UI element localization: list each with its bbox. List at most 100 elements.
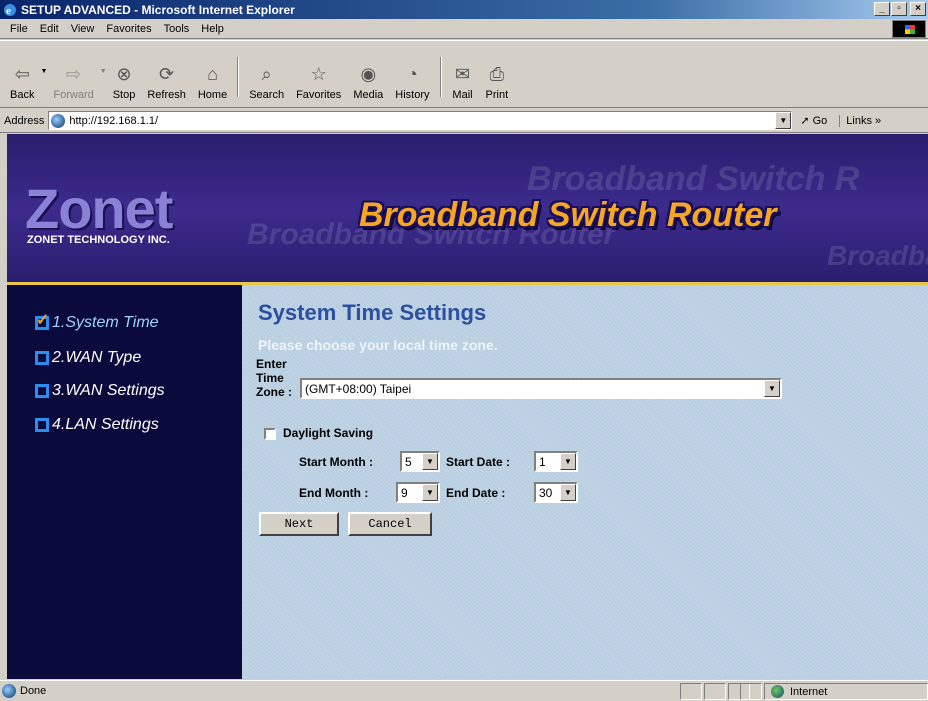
menu-favorites[interactable]: Favorites [100,23,157,35]
media-button[interactable]: ◉ Media [347,45,389,102]
chevron-down-icon: ▼ [422,453,438,470]
start-month-value: 5 [405,454,412,469]
start-month-label: Start Month : [299,455,373,469]
ie-icon: e [4,3,16,17]
page-subtitle: Please choose your local time zone. [258,337,498,353]
stop-label: Stop [112,89,136,101]
sidebar-item-wan-type[interactable]: 2.WAN Type [35,349,141,367]
browser-toolbar: ⇦ Back ▼ ⇨ Forward ▼ ⊗ Stop ⟳ Refresh ⌂ … [0,40,928,108]
menu-edit[interactable]: Edit [34,23,65,35]
go-button[interactable]: ➚ Go [800,114,828,128]
sidebar-item-wan-settings[interactable]: 3.WAN Settings [35,382,165,400]
end-date-label: End Date : [446,486,506,500]
address-label: Address [4,114,45,127]
cancel-button[interactable]: Cancel [348,512,432,536]
forward-button[interactable]: ⇨ Forward [47,45,99,102]
checked-box-icon [35,310,49,330]
refresh-button[interactable]: ⟳ Refresh [141,45,192,102]
box-icon [35,418,49,432]
toolbar-separator [439,57,442,97]
start-month-select[interactable]: 5 ▼ [400,451,440,472]
history-icon: ◔ [406,63,418,84]
timezone-label-line: Enter [256,357,287,371]
address-bar: Address http://192.168.1.1/ ▼ ➚ Go Links… [0,109,928,133]
forward-dropdown-icon[interactable]: ▼ [100,68,107,75]
menu-help[interactable]: Help [195,23,230,35]
security-zone: Internet [764,683,928,700]
home-button[interactable]: ⌂ Home [192,45,233,102]
home-icon: ⌂ [207,63,218,84]
page-viewport: Broadband Switch R Broadband Switch Rout… [7,134,928,679]
start-date-value: 1 [539,454,546,469]
sidebar-item-lan-settings[interactable]: 4.LAN Settings [35,416,159,434]
chevron-down-icon: ▼ [560,484,576,501]
end-month-label: End Month : [299,486,369,500]
history-button[interactable]: ◔ History [389,45,435,102]
start-date-select[interactable]: 1 ▼ [534,451,578,472]
end-date-select[interactable]: 30 ▼ [534,482,578,503]
media-icon: ◉ [360,63,377,84]
chevron-down-icon: ▼ [764,380,780,397]
address-dropdown-icon[interactable]: ▼ [775,112,792,129]
page-done-icon [2,684,16,698]
mail-button[interactable]: ✉ Mail [446,45,480,102]
print-button[interactable]: ⎙ Print [480,45,515,102]
maximize-button[interactable]: ▫ [891,2,907,16]
search-button[interactable]: ⌕ Search [243,45,290,102]
menu-view[interactable]: View [65,23,101,35]
company-name: ZONET TECHNOLOGY INC. [27,234,170,246]
timezone-select[interactable]: (GMT+08:00) Taipei ▼ [300,378,782,399]
end-month-select[interactable]: 9 ▼ [396,482,440,503]
daylight-saving-checkbox[interactable] [264,428,276,440]
box-icon [35,351,49,365]
back-dropdown-icon[interactable]: ▼ [40,68,47,75]
sidebar-item-system-time[interactable]: 1.System Time [35,310,159,332]
refresh-icon: ⟳ [159,63,175,84]
main-content: System Time Settings Please choose your … [242,285,928,679]
go-label: Go [812,114,828,127]
menu-file[interactable]: File [4,23,34,35]
forward-arrow-icon: ⇨ [66,63,82,84]
banner-ghost-text: Broadband Switch R [827,240,928,271]
window-title: SETUP ADVANCED - Microsoft Internet Expl… [21,2,295,17]
minimize-button[interactable]: _ [874,2,890,16]
page-icon [51,113,66,128]
sidebar-item-label: 2.WAN Type [52,349,142,366]
status-bar: Done Internet [0,680,928,701]
start-date-label: Start Date : [446,455,511,469]
internet-globe-icon [771,685,784,698]
go-arrow-icon: ➚ [800,115,810,127]
sidebar-item-label: 1.System Time [52,314,159,331]
menu-tools[interactable]: Tools [158,23,196,35]
chevron-down-icon: ▼ [422,484,438,501]
search-icon: ⌕ [261,63,272,84]
svg-text:e: e [6,5,11,17]
sidebar-item-label: 4.LAN Settings [52,416,159,433]
stop-button[interactable]: ⊗ Stop [107,45,142,102]
zonet-logo: Zonet [25,177,173,240]
toolbar-separator [237,57,240,97]
banner-ghost-text: Broadband Switch R [527,160,860,198]
mail-icon: ✉ [454,63,471,84]
timezone-value: (GMT+08:00) Taipei [305,381,412,396]
timezone-label-line: Zone : [256,385,292,399]
refresh-label: Refresh [147,89,186,101]
media-label: Media [353,89,384,101]
header-banner: Broadband Switch R Broadband Switch Rout… [7,134,928,285]
print-icon: ⎙ [489,63,505,84]
back-label: Back [10,89,35,101]
page-title: System Time Settings [258,300,487,325]
back-button[interactable]: ⇦ Back [4,45,40,102]
status-panel [680,683,702,700]
favorites-button[interactable]: ☆ Favorites [290,45,347,102]
next-button[interactable]: Next [259,512,339,536]
mail-label: Mail [452,89,473,101]
windows-logo-icon [892,20,926,38]
address-input[interactable]: http://192.168.1.1/ ▼ [48,111,793,130]
links-button[interactable]: Links » [839,114,881,127]
close-button[interactable]: × [910,2,926,16]
favorites-label: Favorites [296,89,342,101]
sidebar-nav: 1.System Time 2.WAN Type 3.WAN Settings … [7,285,242,679]
timezone-label: Enter Time Zone : [256,357,296,399]
stop-icon: ⊗ [116,63,132,84]
